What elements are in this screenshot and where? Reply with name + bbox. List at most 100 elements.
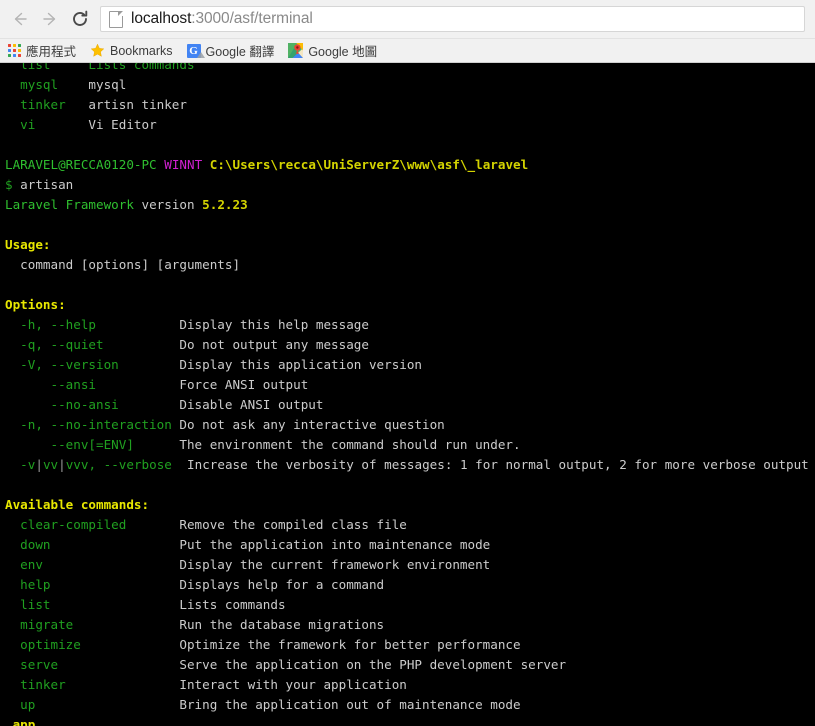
terminal-text: The environment the command should run u…: [179, 437, 521, 452]
terminal-line: help Displays help for a command: [5, 575, 815, 595]
terminal-text: --env[=ENV]: [5, 437, 180, 452]
terminal-text: |: [58, 457, 66, 472]
terminal-line: vi Vi Editor: [5, 115, 815, 135]
terminal-text: Vi Editor: [88, 117, 157, 132]
terminal-text: Run the database migrations: [179, 617, 385, 632]
bookmark-bookmarks-label: Bookmarks: [110, 43, 173, 58]
terminal-line: clear-compiled Remove the compiled class…: [5, 515, 815, 535]
terminal-output[interactable]: list Lists commands mysql mysql tinker a…: [0, 63, 815, 726]
terminal-text: help: [5, 577, 180, 592]
terminal-text: Laravel Framework: [5, 197, 134, 212]
bookmark-google-maps-label: Google 地圖: [308, 45, 378, 59]
terminal-text: artisan: [20, 177, 74, 192]
terminal-text: Usage:: [5, 237, 51, 252]
terminal-line: [5, 275, 815, 295]
terminal-text: Increase the verbosity of messages: 1 fo…: [187, 457, 809, 472]
google-maps-icon: [288, 43, 304, 58]
terminal-text: app: [5, 717, 36, 726]
terminal-line: [5, 215, 815, 235]
terminal-line: -V, --version Display this application v…: [5, 355, 815, 375]
terminal-text: Available commands:: [5, 497, 150, 512]
browser-window: localhost:3000/asf/terminal 應用程式 Bookmar…: [0, 0, 815, 726]
terminal-text: down: [5, 537, 180, 552]
bookmark-apps-label: 應用程式: [26, 45, 77, 59]
reload-button[interactable]: [66, 5, 94, 33]
terminal-line: mysql mysql: [5, 75, 815, 95]
terminal-line: migrate Run the database migrations: [5, 615, 815, 635]
terminal-text: Disable ANSI output: [179, 397, 324, 412]
bookmark-apps[interactable]: 應用程式: [8, 41, 76, 60]
terminal-text: artisn tinker: [88, 97, 187, 112]
terminal-line: up Bring the application out of maintena…: [5, 695, 815, 715]
terminal-line: Options:: [5, 295, 815, 315]
terminal-line: command [options] [arguments]: [5, 255, 815, 275]
browser-toolbar: localhost:3000/asf/terminal: [0, 0, 815, 38]
terminal-text: Remove the compiled class file: [179, 517, 407, 532]
terminal-text: tinker: [5, 97, 89, 112]
bookmark-bookmarks[interactable]: Bookmarks: [90, 43, 173, 58]
terminal-line: --no-ansi Disable ANSI output: [5, 395, 815, 415]
terminal-line: -v|vv|vvv, --verbose Increase the verbos…: [5, 455, 815, 475]
terminal-text: Serve the application on the PHP develop…: [179, 657, 567, 672]
terminal-line: serve Serve the application on the PHP d…: [5, 655, 815, 675]
terminal-text: Display the current framework environmen…: [179, 557, 491, 572]
terminal-text: optimize: [5, 637, 180, 652]
terminal-line: -q, --quiet Do not output any message: [5, 335, 815, 355]
terminal-line: -h, --help Display this help message: [5, 315, 815, 335]
terminal-text: vv: [42, 457, 59, 472]
terminal-text: Do not output any message: [179, 337, 369, 352]
terminal-text: -h, --help: [5, 317, 180, 332]
terminal-text: Bring the application out of maintenance…: [179, 697, 521, 712]
terminal-line: [5, 135, 815, 155]
terminal-line: tinker Interact with your application: [5, 675, 815, 695]
terminal-text: list: [5, 597, 180, 612]
terminal-line: $ artisan: [5, 175, 815, 195]
terminal-text: Optimize the framework for better perfor…: [179, 637, 521, 652]
google-translate-icon: G: [186, 43, 205, 58]
apps-grid-icon: [8, 44, 21, 57]
terminal-text: vvv, --verbose: [65, 457, 188, 472]
terminal-line: Laravel Framework version 5.2.23: [5, 195, 815, 215]
browser-chrome: localhost:3000/asf/terminal 應用程式 Bookmar…: [0, 0, 815, 63]
terminal-text: Put the application into maintenance mod…: [179, 537, 491, 552]
terminal-text: WINNT: [164, 157, 203, 172]
terminal-line: LARAVEL@RECCA0120-PC WINNT C:\Users\recc…: [5, 155, 815, 175]
bookmark-google-maps[interactable]: Google 地圖: [288, 41, 377, 60]
terminal-line: --ansi Force ANSI output: [5, 375, 815, 395]
terminal-line: optimize Optimize the framework for bett…: [5, 635, 815, 655]
terminal-lines: list Lists commands mysql mysql tinker a…: [0, 63, 815, 726]
star-icon: [90, 43, 105, 57]
forward-button[interactable]: [36, 5, 64, 33]
terminal-text: C:\Users\recca\UniServerZ\www\asf\_larav…: [209, 157, 529, 172]
terminal-text: Do not ask any interactive question: [179, 417, 445, 432]
terminal-text: command [options] [arguments]: [5, 257, 241, 272]
terminal-text: Display this application version: [179, 357, 423, 372]
back-arrow-icon: [14, 12, 27, 26]
terminal-text: Options:: [5, 297, 66, 312]
address-bar[interactable]: localhost:3000/asf/terminal: [100, 6, 805, 32]
terminal-line: tinker artisn tinker: [5, 95, 815, 115]
page-icon: [109, 10, 123, 28]
terminal-text: -v: [5, 457, 36, 472]
terminal-line: app: [5, 715, 815, 726]
url-host: localhost: [131, 10, 192, 27]
terminal-text: clear-compiled: [5, 517, 180, 532]
back-button[interactable]: [6, 5, 34, 33]
terminal-text: --no-ansi: [5, 397, 180, 412]
terminal-line: list Lists commands: [5, 63, 815, 75]
terminal-text: -n, --no-interaction: [5, 417, 180, 432]
terminal-text: vi: [5, 117, 89, 132]
terminal-text: up: [5, 697, 180, 712]
url-path: :3000/asf/terminal: [191, 10, 313, 27]
terminal-text: mysql: [5, 77, 89, 92]
terminal-text: --ansi: [5, 377, 180, 392]
terminal-line: env Display the current framework enviro…: [5, 555, 815, 575]
bookmark-google-translate-label: Google 翻譯: [205, 45, 275, 59]
terminal-text: migrate: [5, 617, 180, 632]
bookmark-google-translate[interactable]: G Google 翻譯: [186, 41, 275, 60]
